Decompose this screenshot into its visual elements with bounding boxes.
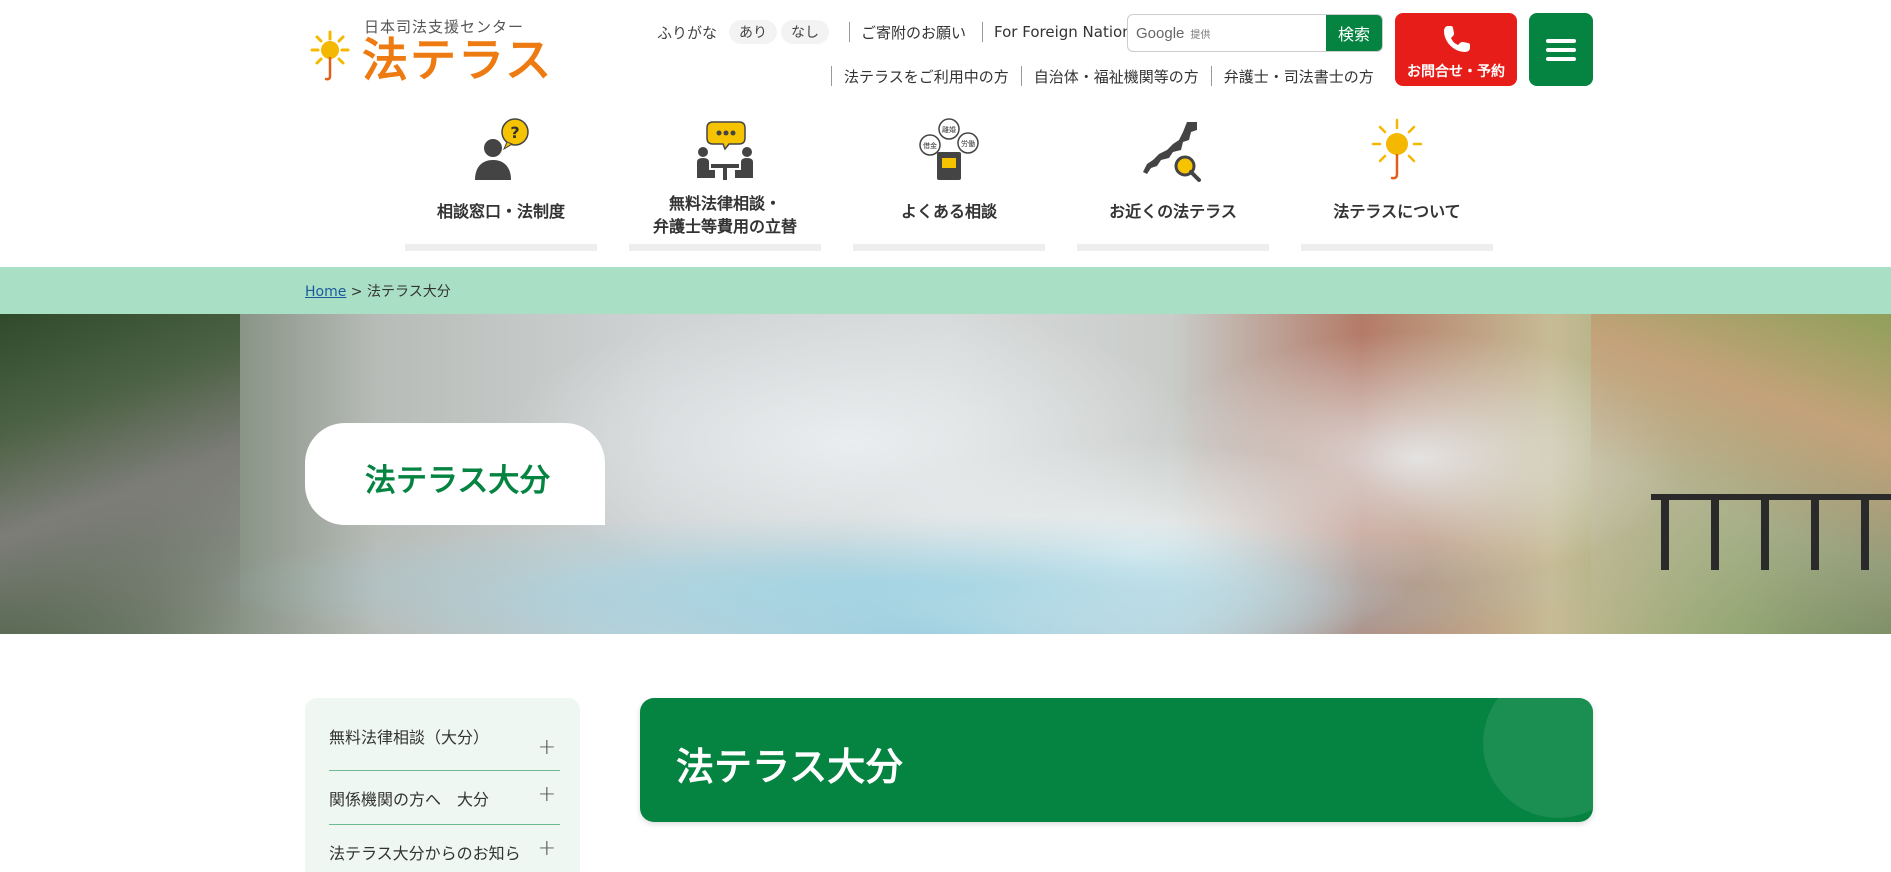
gnav-label: 相談窓口・法制度 [436, 202, 565, 221]
gnav-label: 法テラスについて [1333, 202, 1461, 221]
menu-icon-line [1546, 39, 1576, 43]
search-input[interactable] [1216, 25, 1277, 41]
plus-icon[interactable]: + [538, 784, 556, 806]
search-button[interactable]: 検索 [1326, 15, 1382, 51]
faq-book-icon: 離婚 借金 労働 [919, 118, 979, 180]
site-search: Google 提供 検索 [1127, 14, 1383, 52]
gnav-underline [1301, 244, 1493, 251]
gnav-label: お近くの法テラス [1109, 202, 1237, 221]
audience-link-municipalities[interactable]: 自治体・福祉機関等の方 [1034, 66, 1199, 87]
divider [1210, 66, 1212, 86]
gnav-label-line2: 弁護士等費用の立替 [652, 217, 797, 236]
side-item-related-agencies[interactable]: 関係機関の方へ 大分 + [329, 771, 560, 825]
divider [1020, 66, 1022, 86]
japan-map-search-icon [1143, 122, 1201, 182]
consultant-question-icon: ? [475, 118, 529, 180]
gnav-item-free-legal-consultation[interactable]: 無料法律相談・ 弁護士等費用の立替 [629, 118, 821, 251]
donation-link[interactable]: ご寄附のお願い [861, 22, 966, 43]
side-item-news[interactable]: 法テラス大分からのお知ら + [329, 825, 560, 872]
breadcrumb-separator: > [350, 284, 363, 300]
global-nav: ? 相談窓口・法制度 無料法律相談・ 弁護士等費用の立替 離婚 借金 労働 よく… [405, 118, 1493, 251]
menu-icon-line [1546, 57, 1576, 61]
contact-label: お問合せ・予約 [1407, 64, 1505, 80]
gnav-underline [405, 244, 597, 251]
audience-links: 法テラスをご利用中の方 自治体・福祉機関等の方 弁護士・司法書士の方 [831, 64, 1374, 88]
side-item-label: 無料法律相談（大分） [329, 728, 490, 748]
faq-icon-word: 離婚 [942, 125, 956, 134]
gnav-item-consultation-desk[interactable]: ? 相談窓口・法制度 [405, 118, 597, 251]
gnav-label: よくある相談 [900, 202, 997, 221]
plus-icon[interactable]: + [538, 838, 556, 860]
menu-icon-line [1546, 48, 1576, 52]
faq-icon-word: 労働 [961, 139, 975, 148]
gnav-item-faq[interactable]: 離婚 借金 労働 よくある相談 [853, 118, 1045, 251]
breadcrumb-current: 法テラス大分 [366, 284, 451, 300]
furigana-on-button[interactable]: あり [729, 20, 778, 44]
gnav-underline [1077, 244, 1269, 251]
sun-umbrella-icon [1371, 118, 1423, 180]
hero-railing [1651, 494, 1891, 570]
search-field[interactable]: Google 提供 [1128, 15, 1326, 51]
site-logo[interactable]: 日本司法支援センター 法テラス [306, 14, 551, 87]
side-nav: 無料法律相談（大分） + 関係機関の方へ 大分 + 法テラス大分からのお知ら + [305, 698, 580, 872]
side-item-label: 法テラス大分からのお知ら [329, 844, 521, 863]
logo-title: 法テラス [362, 33, 554, 87]
hero-title: 法テラス大分 [365, 463, 551, 499]
furigana-label: ふりがな [657, 23, 718, 42]
audience-link-users[interactable]: 法テラスをご利用中の方 [844, 66, 1009, 87]
hamburger-menu-button[interactable] [1529, 13, 1593, 86]
side-item-label: 関係機関の方へ 大分 [329, 789, 490, 809]
gnav-label: 無料法律相談・ 弁護士等費用の立替 [629, 192, 821, 238]
hero-hot-spring-image: 法テラス大分 [0, 314, 1891, 634]
utility-links-top: ふりがな あり なし ご寄附のお願い For Foreign Nationals [657, 20, 1153, 44]
search-provided-label: 提供 [1190, 29, 1211, 41]
divider [849, 22, 851, 42]
phone-icon [1444, 26, 1470, 52]
sun-umbrella-logo-icon [310, 30, 350, 81]
page-heading: 法テラス大分 [640, 698, 1593, 822]
gnav-underline [853, 244, 1045, 251]
hero-pool [200, 514, 1600, 634]
audience-link-lawyers[interactable]: 弁護士・司法書士の方 [1224, 66, 1374, 87]
gnav-label-line1: 無料法律相談・ [668, 194, 781, 213]
heading-decoration [1483, 698, 1593, 818]
divider [831, 66, 832, 86]
breadcrumb: Home > 法テラス大分 [0, 267, 1891, 314]
furigana-off-button[interactable]: なし [781, 20, 830, 44]
breadcrumb-home-link[interactable]: Home [305, 284, 346, 300]
gnav-underline [629, 244, 821, 251]
gnav-item-about[interactable]: 法テラスについて [1301, 118, 1493, 251]
divider [982, 22, 984, 42]
hero-title-card: 法テラス大分 [305, 423, 605, 525]
hero-foliage-right [1591, 314, 1891, 634]
page-title: 法テラス大分 [676, 745, 904, 789]
contact-reservation-button[interactable]: お問合せ・予約 [1395, 13, 1517, 86]
side-item-free-consultation[interactable]: 無料法律相談（大分） + [329, 698, 560, 771]
gnav-item-nearby-office[interactable]: お近くの法テラス [1077, 118, 1269, 251]
consultation-meeting-icon [697, 121, 753, 180]
google-brand: Google [1136, 24, 1185, 42]
plus-icon[interactable]: + [538, 737, 556, 759]
svg-text:?: ? [510, 123, 519, 142]
faq-icon-word: 借金 [923, 141, 937, 150]
